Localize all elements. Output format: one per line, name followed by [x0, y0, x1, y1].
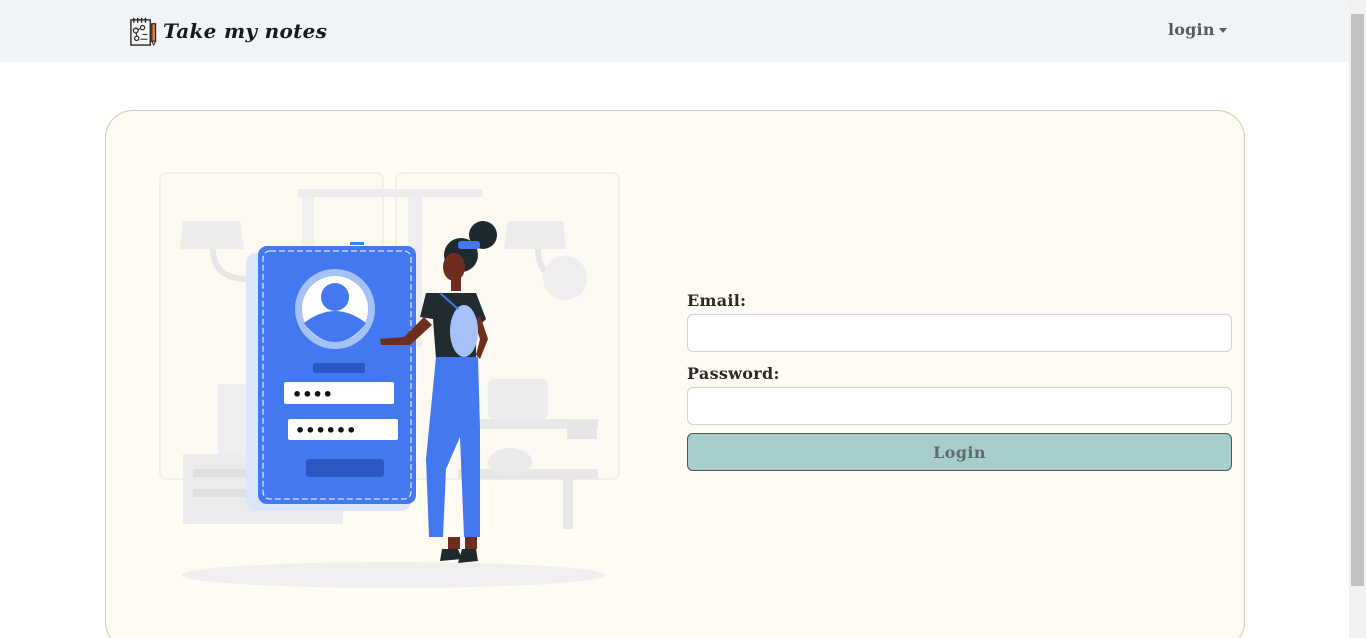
brand-link[interactable]: Take my notes	[128, 15, 327, 47]
login-form: Email: Password: Login	[687, 291, 1232, 471]
scrollbar-thumb[interactable]	[1351, 14, 1364, 586]
caret-down-icon	[1218, 28, 1227, 33]
email-field-group: Email:	[687, 291, 1232, 352]
phone-password-mask: ••••••	[295, 421, 356, 440]
login-card: •••• •••••• Email: Password: Login	[105, 110, 1245, 638]
login-illustration: •••• ••••••	[159, 172, 620, 588]
email-label: Email:	[687, 291, 747, 310]
brand-name: Take my notes	[163, 19, 328, 43]
navbar: Take my notes login	[0, 0, 1349, 62]
login-dropdown-label: login	[1168, 20, 1215, 39]
password-field-group: Password:	[687, 364, 1232, 425]
email-input[interactable]	[687, 314, 1232, 352]
page-scrollbar[interactable]	[1349, 0, 1366, 638]
password-input[interactable]	[687, 387, 1232, 425]
login-button[interactable]: Login	[687, 433, 1232, 471]
phone-email-mask: ••••	[292, 385, 333, 404]
password-label: Password:	[687, 364, 780, 383]
login-dropdown[interactable]: login	[1168, 20, 1227, 39]
notebook-icon	[130, 17, 157, 46]
